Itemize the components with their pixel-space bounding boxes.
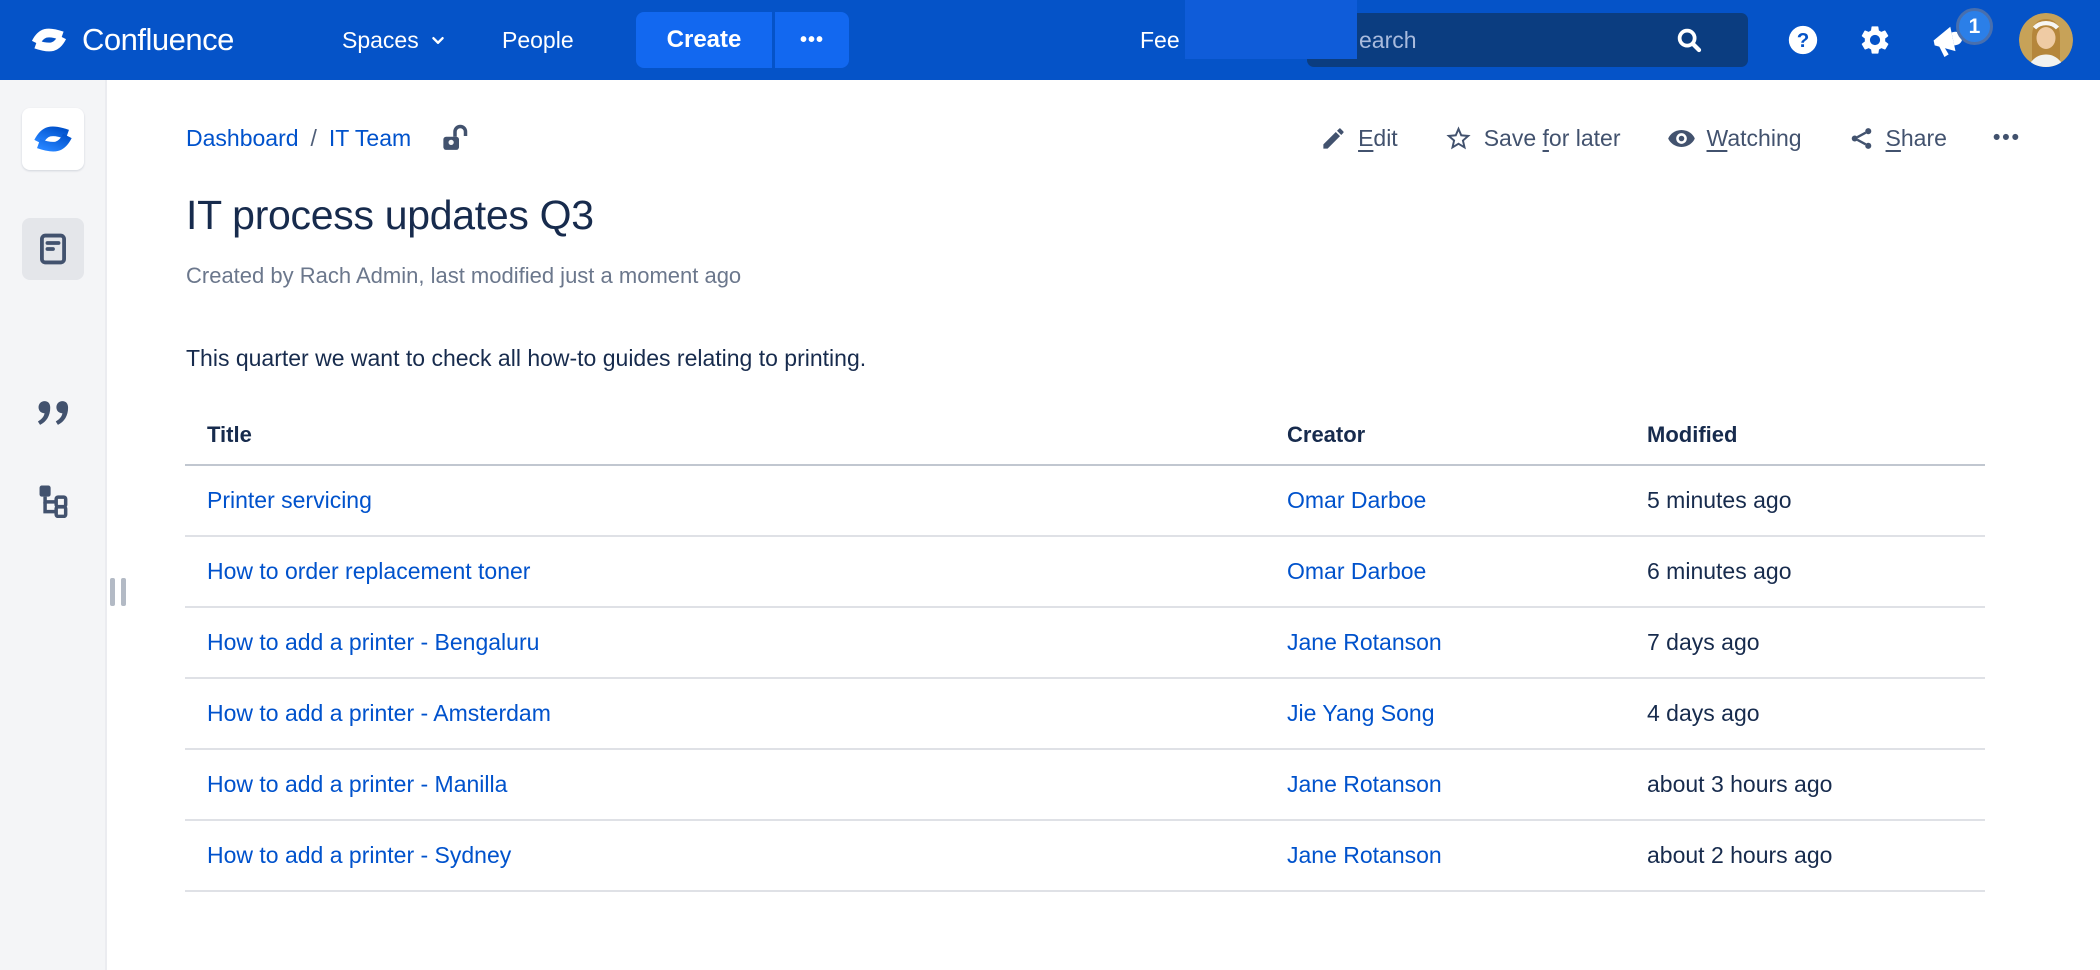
confluence-logo-icon [28,19,70,61]
page-link[interactable]: How to add a printer - Amsterdam [207,700,551,726]
breadcrumb: Dashboard / IT Team [186,121,469,155]
search-input[interactable]: earch [1307,13,1748,67]
modified-cell: about 3 hours ago [1625,749,1985,821]
page-link[interactable]: How to order replacement toner [207,558,530,584]
help-button[interactable]: ? [1786,0,1820,80]
search-icon [1674,25,1704,55]
brand-title: Confluence [82,22,234,57]
creator-link[interactable]: Omar Darboe [1287,558,1426,584]
table-row: How to add a printer - Bengaluru Jane Ro… [185,607,1985,679]
table-row: How to add a printer - Sydney Jane Rotan… [185,820,1985,892]
modified-cell: about 2 hours ago [1625,820,1985,892]
page-document-icon [34,230,72,268]
table-row: How to add a printer - Manilla Jane Rota… [185,749,1985,821]
search-spotlight-overlay [1185,0,1357,59]
column-header-creator: Creator [1265,405,1625,466]
unlocked-padlock-icon [439,121,469,155]
space-logo-button[interactable] [22,108,84,170]
table-row: How to add a printer - Amsterdam Jie Yan… [185,678,1985,750]
page-content: Dashboard / IT Team Edit Save for later … [109,80,2100,970]
page-link[interactable]: How to add a printer - Bengaluru [207,629,539,655]
page-more-button[interactable]: ••• [1993,126,2021,150]
creator-link[interactable]: Jane Rotanson [1287,629,1442,655]
notification-count-badge: 1 [1956,8,1993,45]
pages-table: Title Creator Modified Printer servicing… [185,405,1985,892]
modified-cell: 6 minutes ago [1625,536,1985,608]
tree-hierarchy-icon [34,480,72,518]
share-icon [1848,125,1875,152]
confluence-home-link[interactable]: Confluence [28,0,234,80]
page-title: IT process updates Q3 [186,192,594,238]
edit-button[interactable]: Edit [1320,125,1398,152]
svg-text:?: ? [1797,29,1810,52]
pencil-icon [1320,125,1347,152]
share-button[interactable]: Share [1848,125,1947,152]
app-navbar: Confluence Spaces People Create ••• Fee … [0,0,2100,80]
creator-link[interactable]: Jane Rotanson [1287,771,1442,797]
save-for-later-button[interactable]: Save for later [1444,124,1621,153]
unrestricted-button[interactable] [439,121,469,155]
column-header-title: Title [185,405,1265,466]
space-sidebar [0,80,107,970]
modified-cell: 7 days ago [1625,607,1985,679]
sidebar-item-blog[interactable] [22,388,84,442]
sidebar-item-page-tree[interactable] [22,472,84,526]
confluence-space-logo-icon [30,116,76,162]
modified-cell: 4 days ago [1625,678,1985,750]
eye-icon [1667,124,1696,153]
table-header-row: Title Creator Modified [185,405,1985,466]
table-row: Printer servicing Omar Darboe 5 minutes … [185,465,1985,537]
nav-people[interactable]: People [502,0,574,80]
page-link[interactable]: Printer servicing [207,487,372,513]
nav-feed-clipped[interactable]: Fee [1140,0,1180,80]
gear-icon [1858,23,1892,57]
page-byline: Created by Rach Admin, last modified jus… [186,263,742,288]
page-link[interactable]: How to add a printer - Sydney [207,842,511,868]
intro-paragraph: This quarter we want to check all how-to… [186,345,867,371]
creator-link[interactable]: Jane Rotanson [1287,842,1442,868]
breadcrumb-space-link[interactable]: IT Team [329,125,411,152]
chevron-down-icon [427,29,449,51]
help-icon: ? [1786,23,1820,57]
nav-spaces[interactable]: Spaces [342,0,449,80]
column-header-modified: Modified [1625,405,1985,466]
breadcrumb-dashboard-link[interactable]: Dashboard [186,125,299,152]
modified-cell: 5 minutes ago [1625,465,1985,537]
create-more-button[interactable]: ••• [775,12,849,68]
quote-icon [33,398,73,432]
creator-link[interactable]: Omar Darboe [1287,487,1426,513]
sidebar-resize-handle[interactable] [110,578,126,606]
page-actions: Edit Save for later Watching Share ••• [1320,124,2021,153]
settings-button[interactable] [1858,0,1892,80]
sidebar-item-pages[interactable] [22,218,84,280]
breadcrumb-separator: / [310,124,317,151]
watching-button[interactable]: Watching [1667,124,1802,153]
search-placeholder: earch [1359,26,1417,53]
page-link[interactable]: How to add a printer - Manilla [207,771,507,797]
create-button[interactable]: Create [636,12,772,68]
create-split-button: Create ••• [636,12,849,68]
creator-link[interactable]: Jie Yang Song [1287,700,1435,726]
table-row: How to order replacement toner Omar Darb… [185,536,1985,608]
user-avatar[interactable] [2019,13,2073,67]
star-icon [1444,124,1473,153]
